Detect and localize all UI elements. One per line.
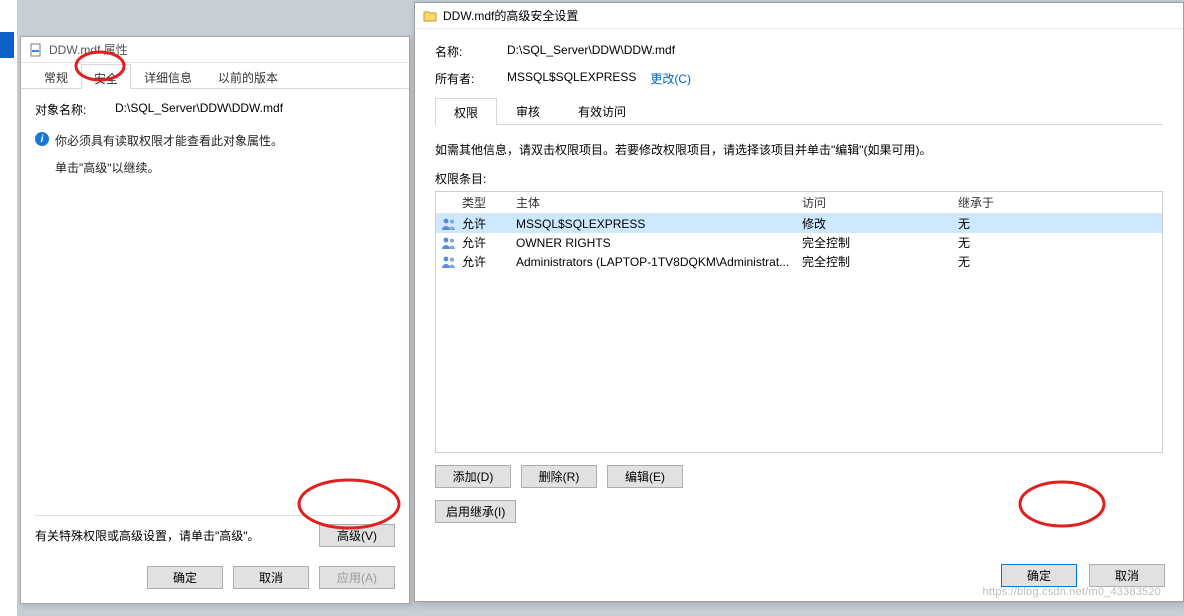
properties-tabs: 常规 安全 详细信息 以前的版本	[21, 63, 409, 89]
object-name-value: D:\SQL_Server\DDW\DDW.mdf	[115, 101, 283, 118]
apply-button: 应用(A)	[319, 566, 395, 589]
watermark-text: https://blog.csdn.net/m0_43383520	[983, 586, 1161, 598]
header-principal[interactable]: 主体	[516, 194, 802, 211]
cell-type: 允许	[462, 234, 516, 251]
advanced-titlebar[interactable]: DDW.mdf的高级安全设置	[415, 3, 1183, 29]
principal-icon	[436, 256, 462, 268]
principal-icon	[436, 237, 462, 249]
ok-button[interactable]: 确定	[147, 566, 223, 589]
info-icon: i	[35, 132, 49, 146]
tab-general[interactable]: 常规	[31, 63, 81, 88]
cell-type: 允许	[462, 215, 516, 232]
cancel-button[interactable]: 取消	[233, 566, 309, 589]
permission-row[interactable]: 允许MSSQL$SQLEXPRESS修改无	[436, 214, 1162, 233]
folder-icon	[423, 9, 437, 23]
cancel-button[interactable]: 取消	[1089, 564, 1165, 587]
enable-inheritance-button[interactable]: 启用继承(I)	[435, 500, 516, 523]
back-button-fragment	[0, 32, 14, 58]
cell-principal: OWNER RIGHTS	[516, 236, 802, 250]
advanced-title-text: DDW.mdf的高级安全设置	[443, 7, 578, 24]
cell-access: 完全控制	[802, 234, 958, 251]
edit-button[interactable]: 编辑(E)	[607, 465, 683, 488]
owner-label: 所有者:	[435, 70, 507, 87]
name-label: 名称:	[435, 43, 507, 60]
header-access[interactable]: 访问	[802, 194, 958, 211]
file-icon	[29, 43, 43, 57]
properties-titlebar[interactable]: DDW.mdf 属性	[21, 37, 409, 63]
add-button[interactable]: 添加(D)	[435, 465, 511, 488]
name-value: D:\SQL_Server\DDW\DDW.mdf	[507, 43, 675, 60]
tab-permissions[interactable]: 权限	[435, 98, 497, 125]
cell-access: 修改	[802, 215, 958, 232]
background-window-strip	[0, 0, 18, 616]
permission-list-header: 类型 主体 访问 继承于	[436, 192, 1162, 214]
security-tabs: 权限 审核 有效访问	[435, 97, 1163, 125]
permission-row[interactable]: 允许OWNER RIGHTS完全控制无	[436, 233, 1162, 252]
hint-text: 单击"高级"以继续。	[35, 159, 395, 176]
cell-type: 允许	[462, 253, 516, 270]
divider	[35, 515, 395, 516]
remove-button[interactable]: 删除(R)	[521, 465, 597, 488]
tab-previous-versions[interactable]: 以前的版本	[205, 63, 291, 88]
cell-inherited: 无	[958, 234, 1078, 251]
header-inherited[interactable]: 继承于	[958, 194, 1078, 211]
header-type[interactable]: 类型	[462, 194, 516, 211]
permissions-description: 如需其他信息，请双击权限项目。若要修改权限项目，请选择该项目并单击"编辑"(如果…	[435, 141, 1163, 160]
info-text: 你必须具有读取权限才能查看此对象属性。	[55, 132, 283, 149]
tab-effective-access[interactable]: 有效访问	[559, 97, 645, 124]
permission-list[interactable]: 类型 主体 访问 继承于 允许MSSQL$SQLEXPRESS修改无允许OWNE…	[435, 191, 1163, 453]
permission-entries-label: 权限条目:	[435, 170, 1163, 187]
permission-row[interactable]: 允许Administrators (LAPTOP-1TV8DQKM\Admini…	[436, 252, 1162, 271]
principal-icon	[436, 218, 462, 230]
cell-access: 完全控制	[802, 253, 958, 270]
object-name-label: 对象名称:	[35, 101, 115, 118]
change-owner-link[interactable]: 更改(C)	[650, 70, 691, 87]
advanced-security-dialog: DDW.mdf的高级安全设置 名称: D:\SQL_Server\DDW\DDW…	[414, 2, 1184, 602]
advanced-hint: 有关特殊权限或高级设置，请单击"高级"。	[35, 527, 260, 544]
tab-details[interactable]: 详细信息	[131, 63, 205, 88]
tab-security[interactable]: 安全	[81, 64, 131, 89]
properties-dialog: DDW.mdf 属性 常规 安全 详细信息 以前的版本 对象名称: D:\SQL…	[20, 36, 410, 604]
tab-auditing[interactable]: 审核	[497, 97, 559, 124]
cell-inherited: 无	[958, 215, 1078, 232]
properties-title-text: DDW.mdf 属性	[49, 41, 128, 58]
owner-value: MSSQL$SQLEXPRESS	[507, 70, 636, 87]
cell-principal: MSSQL$SQLEXPRESS	[516, 217, 802, 231]
cell-inherited: 无	[958, 253, 1078, 270]
advanced-button[interactable]: 高级(V)	[319, 524, 395, 547]
ok-button[interactable]: 确定	[1001, 564, 1077, 587]
cell-principal: Administrators (LAPTOP-1TV8DQKM\Administ…	[516, 255, 802, 269]
